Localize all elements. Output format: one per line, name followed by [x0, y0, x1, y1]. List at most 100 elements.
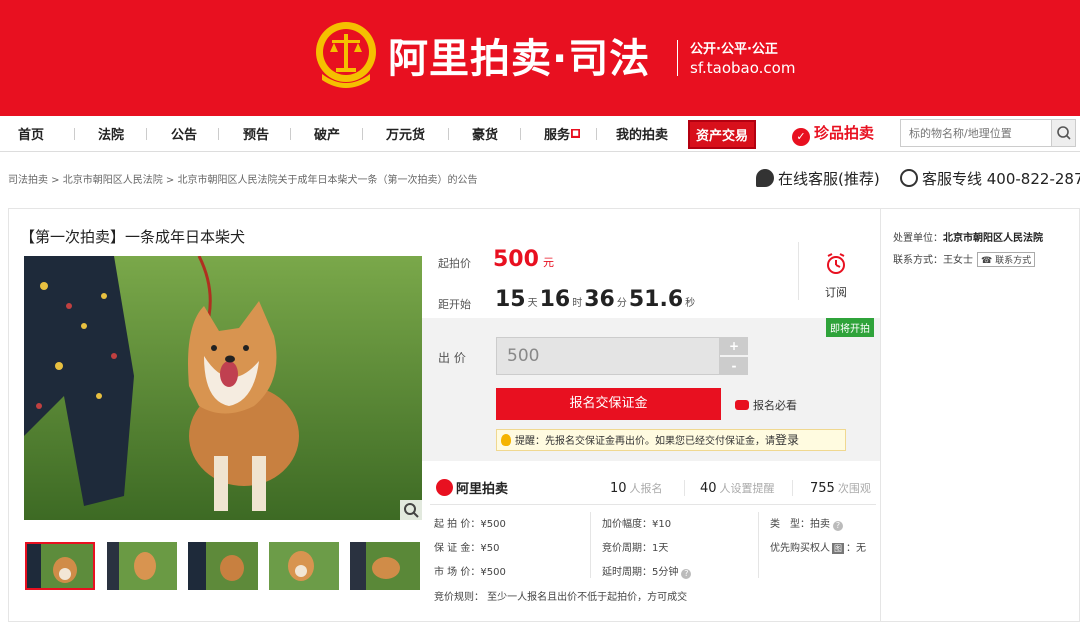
- nav-divider: [290, 128, 291, 140]
- detail-type-label: 类 型：: [770, 519, 810, 530]
- nav-asset-trading[interactable]: 资产交易: [688, 120, 757, 149]
- thumbnail-2[interactable]: [107, 542, 177, 590]
- detail-increment: 加价幅度：¥10: [602, 519, 672, 530]
- nav-home[interactable]: 首页: [18, 124, 44, 143]
- bid-rule: 竞价规则： 至少一人报名且出价不低于起拍价，方可成交: [434, 592, 688, 603]
- detail-market-price: 市 场 价：¥500: [434, 567, 506, 578]
- contact-label: 联系方式：: [893, 255, 943, 266]
- signup-count-value: 10: [610, 481, 627, 496]
- detail-start-price: 起 拍 价：¥500: [434, 519, 506, 530]
- ali-logo-label: 阿里拍卖: [456, 482, 509, 497]
- signup-deposit-button[interactable]: 报名交保证金: [496, 388, 721, 420]
- bid-label: 出 价: [438, 351, 466, 365]
- thumbnail-4[interactable]: [269, 542, 339, 590]
- thumbnail-3[interactable]: [188, 542, 258, 590]
- alarm-clock-icon[interactable]: [825, 252, 847, 276]
- magnifier-icon: [404, 503, 419, 518]
- main-photo[interactable]: [24, 256, 422, 520]
- nav-announcement[interactable]: 公告: [171, 124, 197, 143]
- countdown-label: 距开始: [438, 298, 471, 311]
- detail-delay-label: 延时周期：5分钟: [602, 567, 679, 578]
- detail-delay: 延时周期：5分钟?: [602, 563, 692, 579]
- must-read-label: 报名必看: [753, 399, 797, 412]
- item-title: 【第一次拍卖】一条成年日本柴犬: [20, 228, 246, 246]
- nav-divider: [520, 128, 521, 140]
- search-box: [900, 119, 1076, 147]
- help-icon[interactable]: ?: [833, 521, 843, 531]
- new-badge-icon: ■: [571, 129, 581, 138]
- header-banner: 阿里拍卖·司法 公开·公平·公正 sf.taobao.com: [0, 0, 1080, 116]
- login-link[interactable]: 登录: [775, 433, 799, 447]
- nav-divider: [146, 128, 147, 140]
- thumbnail-image: [269, 542, 339, 590]
- online-service-label: 在线客服(推荐): [778, 170, 880, 188]
- disposal-unit: 处置单位：北京市朝阳区人民法院: [893, 229, 1043, 244]
- brand-title: 阿里拍卖·司法: [388, 36, 651, 82]
- image-badge-icon: 图: [832, 543, 844, 554]
- detail-priority-value: ：无: [846, 543, 866, 554]
- clock-icon: [900, 169, 918, 187]
- view-count-value: 755: [810, 481, 835, 496]
- nav-my-auctions[interactable]: 我的拍卖: [616, 124, 668, 143]
- countdown-minutes: 36: [584, 287, 615, 312]
- zhenpin-label: 珍品拍卖: [814, 124, 875, 142]
- search-button[interactable]: [1051, 120, 1075, 146]
- nav-divider: [218, 128, 219, 140]
- thumbnail-image: [350, 542, 420, 590]
- breadcrumb[interactable]: 司法拍卖 > 北京市朝阳区人民法院 > 北京市朝阳区人民法院关于成年日本柴犬一条…: [8, 171, 477, 186]
- hotline: 客服专线 400-822-2870: [900, 168, 1080, 189]
- nav-preview[interactable]: 预告: [243, 124, 269, 143]
- zoom-button[interactable]: [400, 500, 422, 520]
- thumbnail-1[interactable]: [25, 542, 95, 590]
- nav-luxury[interactable]: 豪货: [472, 124, 498, 143]
- subscribe-button[interactable]: 订阅: [825, 284, 847, 300]
- reminder-count-label: 人设置提醒: [719, 482, 775, 495]
- detail-divider: [758, 512, 759, 578]
- disposal-unit-value: 北京市朝阳区人民法院: [943, 233, 1043, 244]
- stat-divider: [792, 480, 793, 496]
- signup-count-label: 人报名: [629, 482, 663, 495]
- disposal-unit-label: 处置单位：: [893, 233, 943, 244]
- ali-auction-logo: 阿里拍卖: [436, 478, 508, 497]
- detail-period: 竞价周期：1天: [602, 543, 669, 554]
- view-count-label: 次围观: [837, 482, 871, 495]
- contact-button[interactable]: ☎ 联系方式: [977, 252, 1036, 267]
- decrease-bid-button[interactable]: -: [720, 357, 748, 375]
- nav-wanyuan[interactable]: 万元货: [386, 124, 425, 143]
- status-badge: 即将开拍: [826, 318, 874, 337]
- nav-service[interactable]: 服务 ■: [544, 124, 581, 143]
- reminder-count-value: 40: [700, 481, 717, 496]
- nav-zhenpin[interactable]: ✓ 珍品拍卖: [792, 122, 874, 146]
- court-emblem-icon: [316, 22, 376, 88]
- start-price-label: 起拍价: [438, 257, 471, 270]
- countdown-hours-unit: 时: [572, 298, 583, 309]
- tip-text: 提醒：先报名交保证金再出价。如果您已经交付保证金，请: [515, 436, 775, 447]
- bid-input[interactable]: 500: [496, 337, 720, 375]
- brand-divider: [677, 40, 678, 76]
- nav-court[interactable]: 法院: [98, 124, 124, 143]
- view-count: 755 次围观: [810, 480, 871, 496]
- countdown-seconds: 51.6: [628, 287, 684, 312]
- column-divider: [880, 209, 881, 621]
- hotline-label: 客服专线 400-822-2870: [922, 170, 1080, 188]
- countdown-hours: 16: [539, 287, 571, 312]
- must-read-link[interactable]: 报名必看: [735, 397, 797, 413]
- chat-icon: [756, 169, 774, 187]
- countdown-minutes-unit: 分: [616, 298, 627, 309]
- start-price-unit: 元: [542, 256, 554, 269]
- thumbnail-image: [188, 542, 258, 590]
- search-input[interactable]: [901, 120, 1051, 146]
- online-service-link[interactable]: 在线客服(推荐): [756, 168, 880, 189]
- reminder-tip: 提醒：先报名交保证金再出价。如果您已经交付保证金，请登录: [496, 429, 846, 451]
- reminder-count: 40 人设置提醒: [700, 480, 775, 496]
- phone-icon: ☎: [981, 256, 996, 266]
- stat-divider: [684, 480, 685, 496]
- thumbnail-5[interactable]: [350, 542, 420, 590]
- countdown-days: 15: [495, 287, 526, 312]
- brand-slogan: 公开·公平·公正: [690, 42, 778, 57]
- nav-bankruptcy[interactable]: 破产: [314, 124, 340, 143]
- contact-button-label: 联系方式: [995, 256, 1032, 266]
- help-icon[interactable]: ?: [681, 569, 692, 579]
- subscribe-divider: [798, 242, 799, 300]
- increase-bid-button[interactable]: +: [720, 337, 748, 355]
